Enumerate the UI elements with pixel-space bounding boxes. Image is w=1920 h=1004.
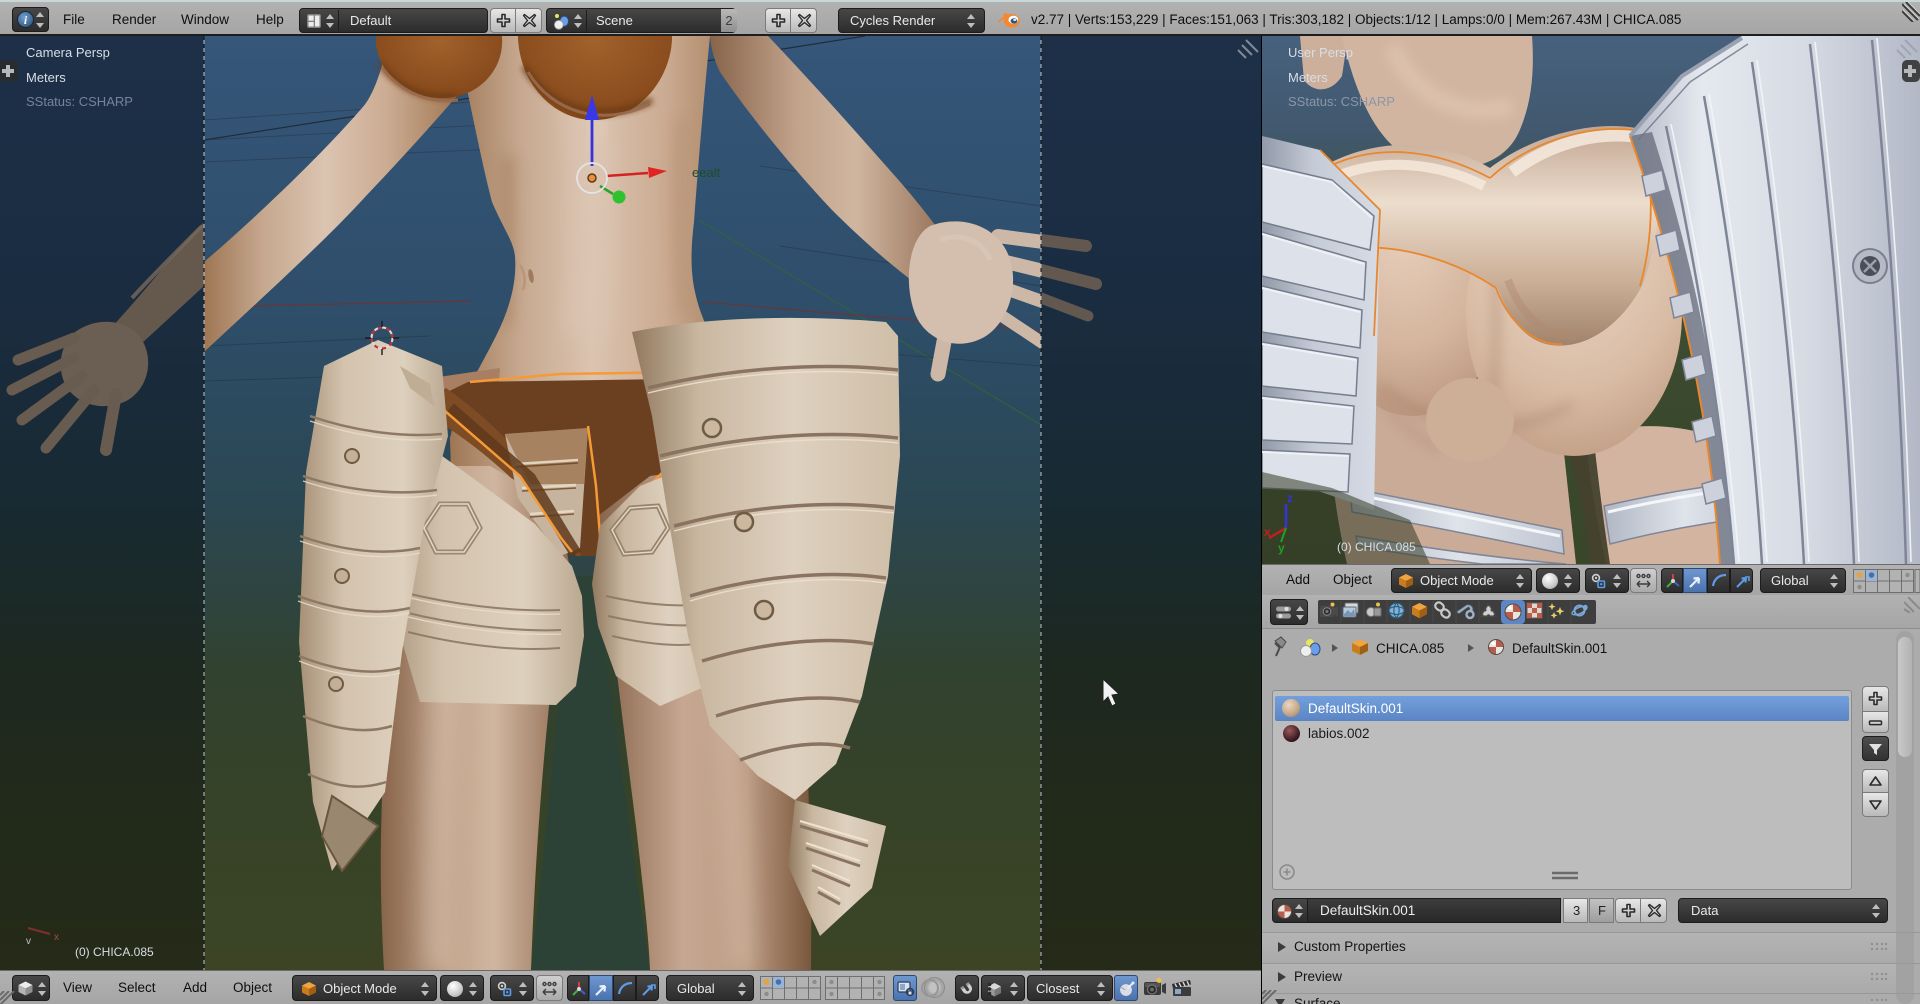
svg-text:y: y [1278,541,1285,555]
svg-text:z: z [1287,491,1293,505]
svg-text:CHICA.085: CHICA.085 [1376,641,1444,656]
svg-text:v: v [26,936,31,947]
svg-text:x: x [1264,525,1271,539]
svg-text:x: x [54,932,59,943]
svg-text:eealt: eealt [692,165,721,180]
svg-text:DefaultSkin.001: DefaultSkin.001 [1512,641,1607,656]
